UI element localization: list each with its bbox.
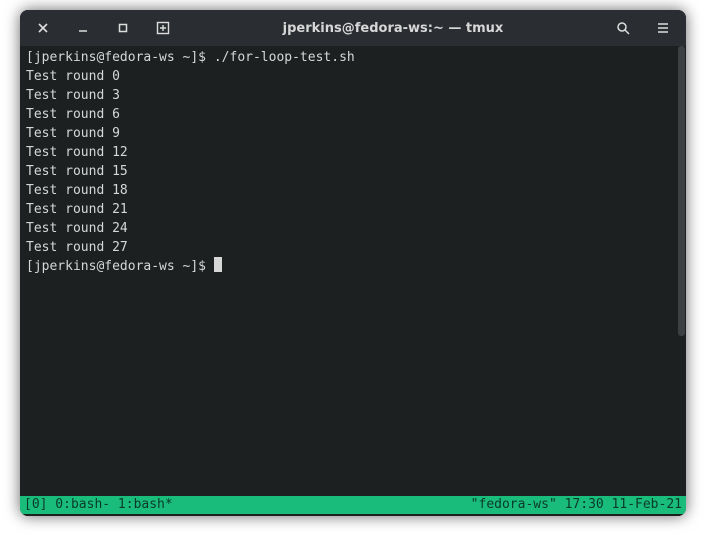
shell-prompt: [jperkins@fedora-ws ~]$ [26, 259, 214, 274]
close-button[interactable] [26, 15, 60, 41]
cursor [214, 257, 222, 272]
terminal-line: [jperkins@fedora-ws ~]$ ./for-loop-test.… [26, 48, 680, 67]
new-tab-icon [156, 21, 170, 35]
entered-command: ./for-loop-test.sh [214, 50, 355, 65]
terminal[interactable]: [jperkins@fedora-ws ~]$ ./for-loop-test.… [20, 46, 686, 496]
output-line: Test round 21 [26, 200, 680, 219]
new-tab-button[interactable] [146, 15, 180, 41]
output-line: Test round 0 [26, 67, 680, 86]
tmux-status-bar: [0] 0:bash- 1:bash* "fedora-ws" 17:30 11… [20, 496, 686, 514]
shell-prompt: [jperkins@fedora-ws ~]$ [26, 50, 214, 65]
output-line: Test round 15 [26, 162, 680, 181]
maximize-button[interactable] [106, 15, 140, 41]
scrollbar[interactable] [678, 46, 685, 336]
titlebar: jperkins@fedora-ws:~ — tmux [20, 10, 686, 46]
output-line: Test round 9 [26, 124, 680, 143]
output-line: Test round 6 [26, 105, 680, 124]
output-line: Test round 24 [26, 219, 680, 238]
output-line: Test round 18 [26, 181, 680, 200]
maximize-icon [118, 23, 128, 33]
minimize-icon [78, 23, 88, 33]
tmux-status-left: [0] 0:bash- 1:bash* [24, 496, 471, 514]
tmux-status-right: "fedora-ws" 17:30 11-Feb-21 [471, 496, 682, 514]
output-line: Test round 12 [26, 143, 680, 162]
close-icon [38, 23, 48, 33]
terminal-line: [jperkins@fedora-ws ~]$ [26, 257, 680, 276]
hamburger-icon [656, 21, 670, 35]
minimize-button[interactable] [66, 15, 100, 41]
search-icon [616, 21, 630, 35]
window-title: jperkins@fedora-ws:~ — tmux [180, 21, 606, 36]
output-line: Test round 3 [26, 86, 680, 105]
search-button[interactable] [606, 15, 640, 41]
menu-button[interactable] [646, 15, 680, 41]
output-line: Test round 27 [26, 238, 680, 257]
